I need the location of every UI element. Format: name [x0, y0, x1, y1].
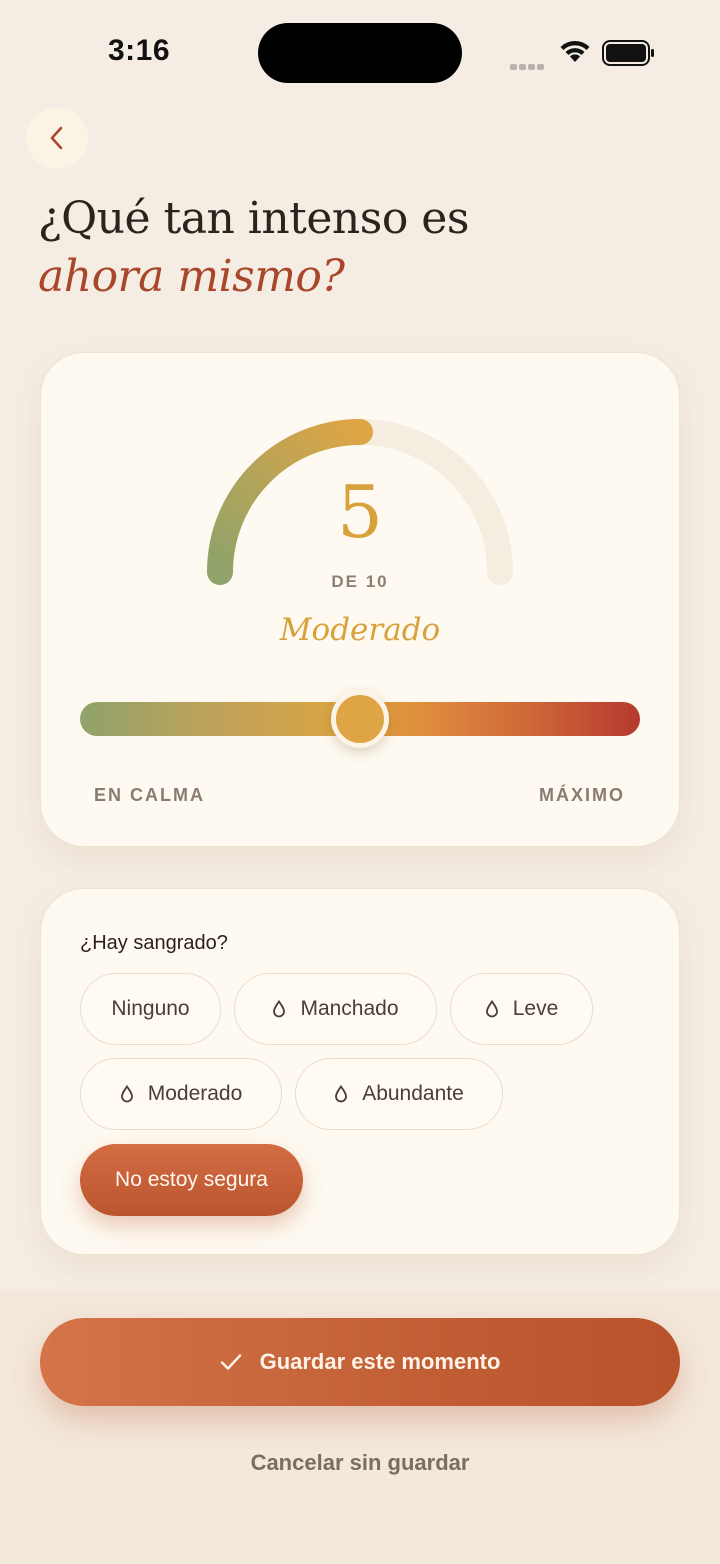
drop-icon [272, 1000, 286, 1018]
chip-label: Ninguno [111, 997, 190, 1020]
bleeding-option-leve[interactable]: Leve [450, 973, 593, 1045]
bleeding-option-abundante[interactable]: Abundante [295, 1058, 503, 1130]
drop-icon [334, 1085, 348, 1103]
save-button-label: Guardar este momento [259, 1349, 501, 1374]
chip-label: Leve [512, 997, 559, 1020]
intensity-max-label: DE 10 [331, 572, 389, 591]
chip-label: Manchado [300, 997, 399, 1020]
check-icon [220, 1353, 242, 1371]
chip-label: Moderado [147, 1082, 243, 1105]
chip-label: Abundante [362, 1082, 464, 1105]
intensity-gauge [207, 419, 513, 585]
intensity-slider-thumb[interactable] [331, 690, 389, 748]
bleeding-option-moderado[interactable]: Moderado [80, 1058, 282, 1130]
bleeding-option-ninguno[interactable]: Ninguno [80, 973, 221, 1045]
bleeding-option-manchado[interactable]: Manchado [234, 973, 437, 1045]
drop-icon [120, 1085, 134, 1103]
scale-min-label: EN CALMA [94, 785, 205, 805]
drop-icon [485, 1000, 499, 1018]
intensity-level-label: Moderado [279, 612, 441, 648]
bleeding-option-no-estoy-segura[interactable]: No estoy segura [80, 1144, 303, 1216]
bleeding-question: ¿Hay sangrado? [80, 932, 228, 954]
save-button[interactable]: Guardar este momento [40, 1318, 680, 1406]
chip-label: No estoy segura [115, 1168, 268, 1191]
scale-max-label: MÁXIMO [539, 785, 625, 805]
intensity-value: 5 [337, 470, 383, 554]
cancel-link[interactable]: Cancelar sin guardar [0, 1450, 720, 1476]
